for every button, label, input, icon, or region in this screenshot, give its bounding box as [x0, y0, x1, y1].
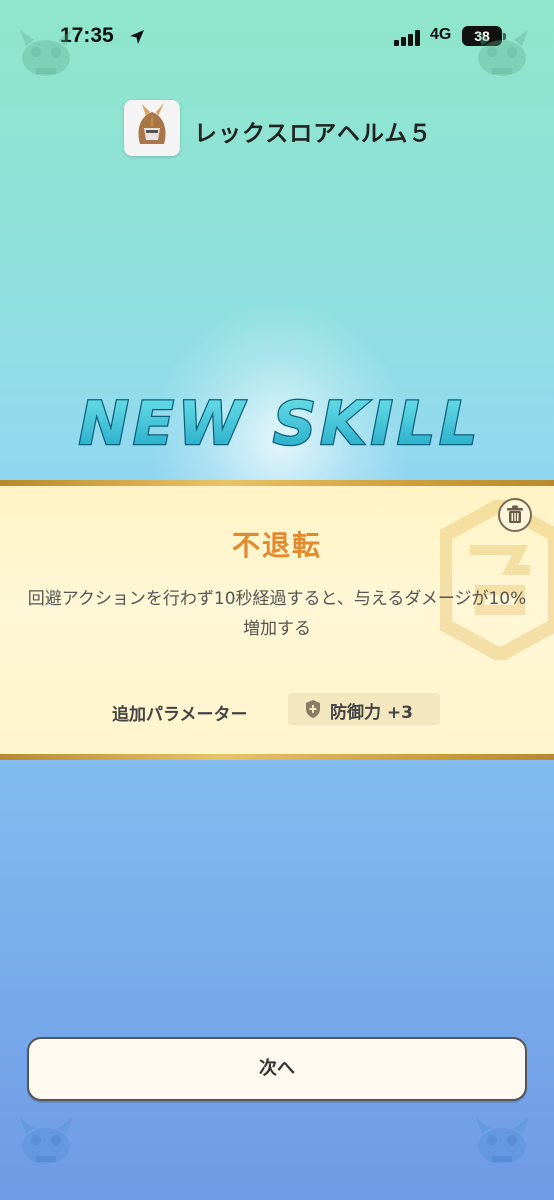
- location-arrow-icon: [130, 30, 144, 44]
- helmet-icon: [138, 103, 166, 144]
- mascot-watermark-icon: [20, 1118, 72, 1164]
- shield-icon: [306, 700, 320, 718]
- parameter-badge: 防御力 +3: [288, 693, 440, 725]
- mascot-watermark-icon: [476, 30, 528, 76]
- mascot-watermark-icon: [476, 1118, 528, 1164]
- additional-parameter-label: 追加パラメーター: [112, 705, 248, 725]
- status-bar: 17:35 4G 38: [0, 0, 554, 72]
- card-border: [0, 480, 554, 486]
- new-skill-banner: NEW SKILL: [77, 388, 482, 461]
- card-border: [0, 754, 554, 760]
- item-header: レックスロアヘルム５: [0, 100, 554, 158]
- skill-name: 不退転: [231, 529, 322, 562]
- network-type: 4G: [430, 26, 452, 43]
- banner-text: NEW SKILL: [79, 389, 482, 459]
- skill-card: 不退転 回避アクションを行わず10秒経過すると、与えるダメージが10%増加する …: [0, 480, 554, 760]
- cellular-signal-icon: [394, 30, 420, 46]
- item-thumbnail: [124, 100, 180, 156]
- mascot-watermark-icon: [20, 30, 72, 76]
- item-name: レックスロアヘルム５: [194, 121, 433, 147]
- next-button[interactable]: 次へ: [27, 1037, 527, 1101]
- skill-description: 回避アクションを行わず10秒経過すると、与えるダメージが10%増加する: [27, 589, 527, 639]
- parameter-value: 防御力 +3: [330, 703, 413, 723]
